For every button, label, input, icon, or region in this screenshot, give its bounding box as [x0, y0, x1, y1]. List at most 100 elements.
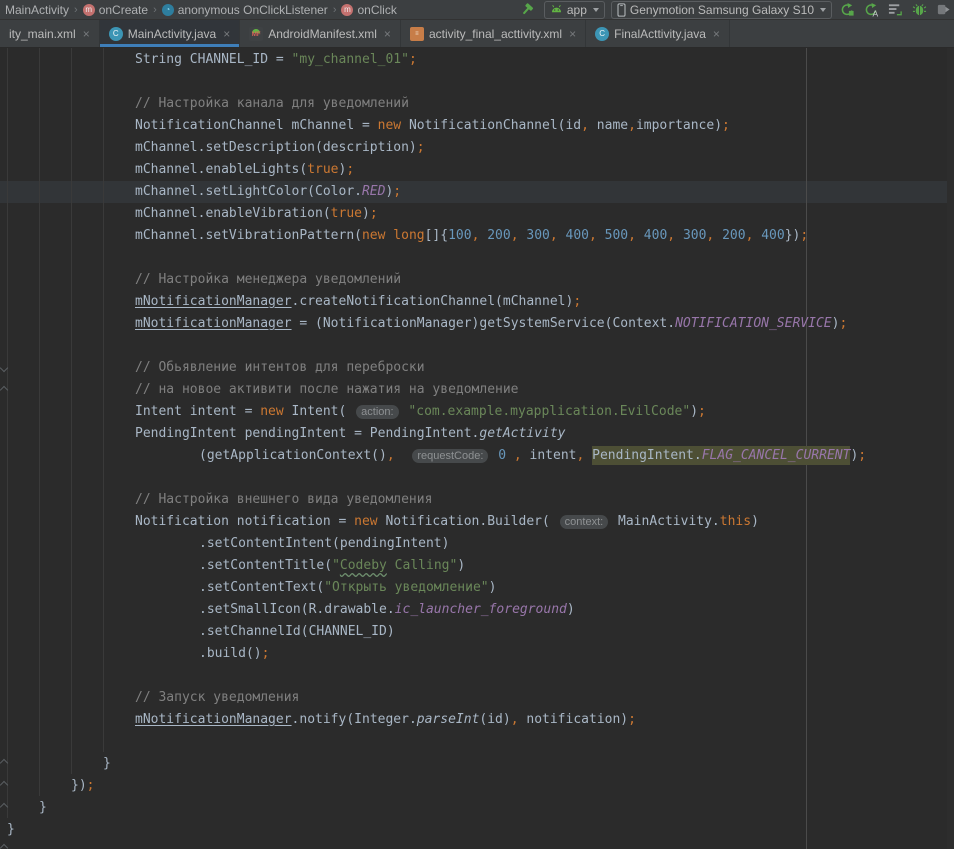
- code-line[interactable]: // Обьявление интентов для переброски: [0, 357, 954, 379]
- code-line[interactable]: .setContentText("Открыть уведомление"): [0, 577, 954, 599]
- code-token: ): [690, 404, 698, 419]
- tab-label: activity_final_acttivity.xml: [429, 27, 562, 41]
- breadcrumb-label: onCreate: [99, 3, 148, 17]
- device-selector-dropdown[interactable]: Genymotion Samsung Galaxy S10: [611, 1, 832, 19]
- code-line[interactable]: Intent intent = new Intent( action: "com…: [0, 401, 954, 423]
- tab-activity_final_acttivity.xml[interactable]: ≡activity_final_acttivity.xml×: [401, 20, 586, 47]
- code-line[interactable]: [0, 665, 954, 687]
- chevron-down-icon: [820, 8, 826, 12]
- code-token: .createNotificationChannel(mChannel): [292, 294, 574, 309]
- code-line[interactable]: // Настройка менеджера уведомлений: [0, 269, 954, 291]
- breadcrumb-label: MainActivity: [5, 3, 69, 17]
- code-line[interactable]: });: [0, 775, 954, 797]
- code-token: ;: [262, 646, 270, 661]
- tab-label: FinalActtivity.java: [614, 27, 706, 41]
- breadcrumb-separator: ›: [72, 4, 80, 16]
- code-token: ,: [628, 228, 644, 243]
- code-line[interactable]: mChannel.enableLights(true);: [0, 159, 954, 181]
- breadcrumb-item-anonymous-onclicklistener[interactable]: ◔ anonymous OnClickListener: [159, 3, 331, 17]
- apply-code-changes-button[interactable]: A: [862, 1, 880, 19]
- code-line[interactable]: PendingIntent pendingIntent = PendingInt…: [0, 423, 954, 445]
- profiler-button[interactable]: [886, 1, 904, 19]
- breadcrumb-item-oncreate[interactable]: monCreate: [80, 3, 151, 17]
- code-line[interactable]: }: [0, 753, 954, 775]
- tab-ity_main.xml[interactable]: ity_main.xml ×: [0, 20, 100, 47]
- code-line[interactable]: [0, 335, 954, 357]
- code-line[interactable]: mChannel.setVibrationPattern(new long[]{…: [0, 225, 954, 247]
- code-token: .setChannelId(CHANNEL_ID): [199, 624, 395, 639]
- code-token: [506, 448, 514, 463]
- code-token: // Настройка канала для уведомлений: [135, 96, 409, 111]
- code-line[interactable]: .build();: [0, 643, 954, 665]
- code-line[interactable]: [0, 467, 954, 489]
- close-icon[interactable]: ×: [384, 27, 391, 41]
- module-selector-dropdown[interactable]: app: [544, 1, 605, 19]
- code-line[interactable]: .setChannelId(CHANNEL_ID): [0, 621, 954, 643]
- main-toolbar: MainActivity›monCreate›◔anonymous OnClic…: [0, 0, 954, 20]
- code-line[interactable]: [0, 71, 954, 93]
- code-token: (getApplicationContext(): [199, 448, 387, 463]
- code-token: ,: [387, 448, 395, 463]
- code-line[interactable]: // Запуск уведомления: [0, 687, 954, 709]
- fold-marker-icon[interactable]: [0, 844, 8, 849]
- code-editor[interactable]: String CHANNEL_ID = "my_channel_01"; // Н…: [0, 48, 954, 849]
- parameter-hint-inlay[interactable]: context:: [560, 515, 609, 529]
- close-icon[interactable]: ×: [83, 27, 90, 41]
- code-line[interactable]: mNotificationManager.createNotificationC…: [0, 291, 954, 313]
- code-line[interactable]: // Настройка канала для уведомлений: [0, 93, 954, 115]
- code-line[interactable]: .setContentTitle("Codeby Calling"): [0, 555, 954, 577]
- parameter-hint-inlay[interactable]: requestCode:: [412, 449, 488, 463]
- code-token: (id): [479, 712, 510, 727]
- code-line[interactable]: String CHANNEL_ID = "my_channel_01";: [0, 49, 954, 71]
- code-token: MainActivity.: [610, 514, 720, 529]
- code-line[interactable]: NotificationChannel mChannel = new Notif…: [0, 115, 954, 137]
- code-token: Notification notification =: [135, 514, 354, 529]
- close-icon[interactable]: ×: [569, 27, 576, 41]
- breadcrumb: MainActivity›monCreate›◔anonymous OnClic…: [0, 0, 400, 19]
- code-line[interactable]: mChannel.setLightColor(Color.RED);: [0, 181, 954, 203]
- breadcrumb-item-mainactivity[interactable]: MainActivity: [2, 3, 72, 17]
- attach-debugger-button[interactable]: [934, 1, 952, 19]
- code-token: ;: [839, 316, 847, 331]
- code-line[interactable]: }: [0, 819, 954, 841]
- code-line[interactable]: }: [0, 797, 954, 819]
- java-class-icon: C: [109, 27, 123, 41]
- code-line[interactable]: // на новое активити после нажатия на ув…: [0, 379, 954, 401]
- code-area[interactable]: String CHANNEL_ID = "my_channel_01"; // Н…: [0, 49, 954, 841]
- code-token: Calling": [387, 558, 457, 573]
- code-line[interactable]: mNotificationManager = (NotificationMana…: [0, 313, 954, 335]
- code-line[interactable]: mChannel.setDescription(description);: [0, 137, 954, 159]
- code-token: String CHANNEL_ID =: [135, 52, 292, 67]
- parameter-hint-inlay[interactable]: action:: [356, 405, 398, 419]
- apply-changes-button[interactable]: [838, 1, 856, 19]
- build-hammer-icon[interactable]: [520, 1, 538, 19]
- code-line[interactable]: [0, 731, 954, 753]
- breadcrumb-label: anonymous OnClickListener: [178, 3, 328, 17]
- toolbar-run-area: app Genymotion Samsung Galaxy S10: [520, 0, 954, 19]
- close-icon[interactable]: ×: [223, 27, 230, 41]
- code-line[interactable]: [0, 247, 954, 269]
- anonymous-class-icon: ◔: [162, 4, 174, 16]
- tab-finalacttivity.java[interactable]: CFinalActtivity.java×: [586, 20, 730, 47]
- phone-icon: [617, 3, 626, 17]
- debug-button[interactable]: [910, 1, 928, 19]
- code-token: // на новое активити после нажатия на ув…: [135, 382, 519, 397]
- tab-mainactivity.java[interactable]: C MainActivity.java ×: [100, 20, 241, 47]
- code-line[interactable]: .setSmallIcon(R.drawable.ic_launcher_for…: [0, 599, 954, 621]
- code-token: [395, 448, 411, 463]
- code-token: 100: [448, 228, 471, 243]
- code-line[interactable]: Notification notification = new Notifica…: [0, 511, 954, 533]
- code-line[interactable]: (getApplicationContext(), requestCode: 0…: [0, 445, 954, 467]
- code-line[interactable]: // Настройка внешнего вида уведомления: [0, 489, 954, 511]
- close-icon[interactable]: ×: [713, 27, 720, 41]
- code-line[interactable]: mChannel.enableVibration(true);: [0, 203, 954, 225]
- code-token: ): [362, 206, 370, 221]
- breadcrumb-item-onclick[interactable]: monClick: [338, 3, 399, 17]
- tab-label: ity_main.xml: [9, 27, 76, 41]
- tab-androidmanifest.xml[interactable]: MFAndroidManifest.xml×: [240, 20, 401, 47]
- code-line[interactable]: mNotificationManager.notify(Integer.pars…: [0, 709, 954, 731]
- tab-label: MainActivity.java: [128, 27, 216, 41]
- code-token: 500: [605, 228, 628, 243]
- code-token: ;: [87, 778, 95, 793]
- code-line[interactable]: .setContentIntent(pendingIntent): [0, 533, 954, 555]
